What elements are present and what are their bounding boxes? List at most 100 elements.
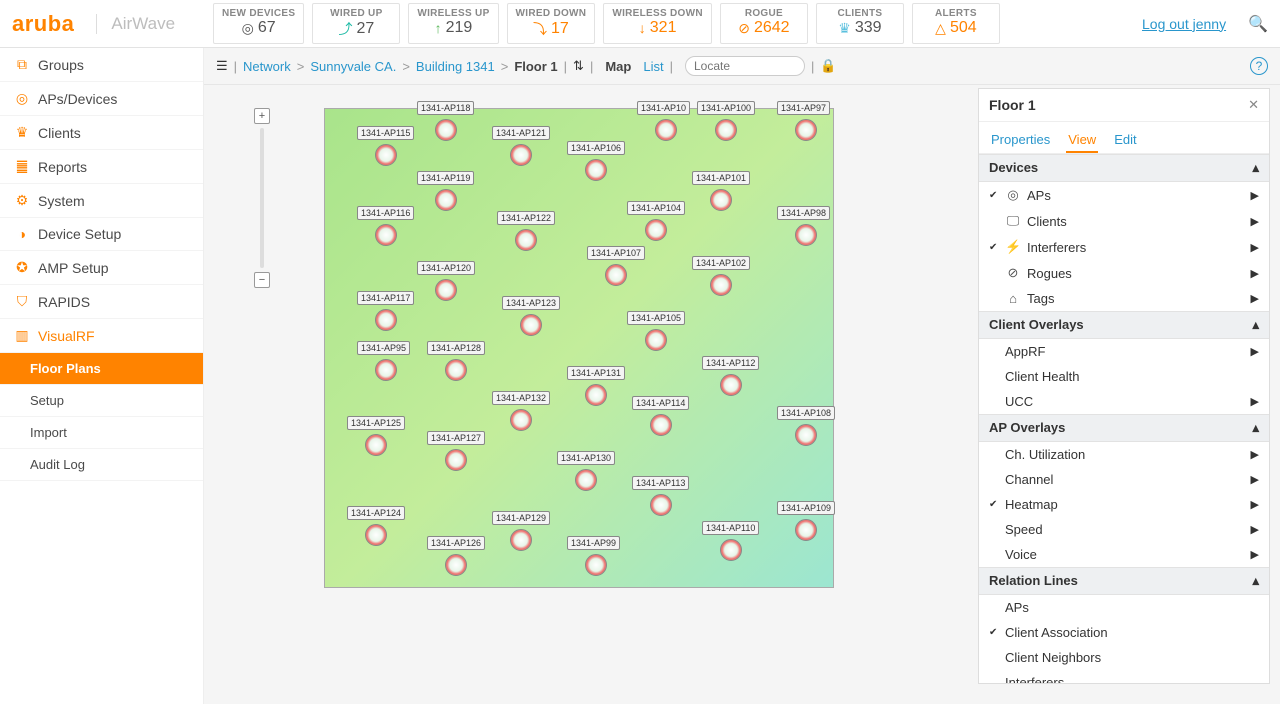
section-header[interactable]: Relation Lines▴ — [979, 567, 1269, 595]
ap-marker[interactable]: 1341-AP123 — [520, 314, 542, 336]
nav-visualrf[interactable]: ▥VisualRF — [0, 319, 203, 353]
zoom-in-button[interactable]: + — [254, 108, 270, 124]
search-icon[interactable]: 🔍 — [1248, 14, 1268, 34]
view-list[interactable]: List — [643, 59, 663, 74]
ap-marker[interactable]: 1341-AP108 — [795, 424, 817, 446]
ap-marker[interactable]: 1341-AP126 — [445, 554, 467, 576]
ap-marker[interactable]: 1341-AP119 — [435, 189, 457, 211]
nav-amp-setup[interactable]: ✪AMP Setup — [0, 251, 203, 285]
ap-marker[interactable]: 1341-AP100 — [715, 119, 737, 141]
stat-card[interactable]: WIRELESS DOWN↓ 321 — [603, 3, 712, 44]
ap-marker[interactable]: 1341-AP129 — [510, 529, 532, 551]
lock-icon[interactable]: 🔒 — [820, 58, 836, 74]
ap-marker[interactable]: 1341-AP131 — [585, 384, 607, 406]
map-canvas[interactable]: + − 1341-AP1181341-AP101341-AP1001341-AP… — [204, 88, 978, 704]
crumb-campus[interactable]: Sunnyvale CA. — [310, 59, 396, 74]
ap-marker[interactable]: 1341-AP97 — [795, 119, 817, 141]
ap-marker[interactable]: 1341-AP132 — [510, 409, 532, 431]
panel-row[interactable]: Speed▶ — [979, 517, 1269, 542]
ap-marker[interactable]: 1341-AP98 — [795, 224, 817, 246]
ap-marker[interactable]: 1341-AP10 — [655, 119, 677, 141]
subnav-audit-log[interactable]: Audit Log — [0, 449, 203, 481]
locate-input[interactable] — [685, 56, 805, 76]
ap-marker[interactable]: 1341-AP116 — [375, 224, 397, 246]
ap-marker[interactable]: 1341-AP104 — [645, 219, 667, 241]
panel-row[interactable]: Interferers — [979, 670, 1269, 684]
panel-row[interactable]: Channel▶ — [979, 467, 1269, 492]
zoom-out-button[interactable]: − — [254, 272, 270, 288]
chevron-right-icon: ▶ — [1251, 523, 1259, 536]
ap-marker[interactable]: 1341-AP118 — [435, 119, 457, 141]
view-map[interactable]: Map — [605, 59, 631, 74]
nav-aps-devices[interactable]: ◎APs/Devices — [0, 82, 203, 116]
section-header[interactable]: Devices▴ — [979, 154, 1269, 182]
logout-link[interactable]: Log out jenny — [1142, 16, 1226, 32]
ap-marker[interactable]: 1341-AP121 — [510, 144, 532, 166]
stat-card[interactable]: WIRELESS UP↑ 219 — [408, 3, 498, 44]
section-header[interactable]: AP Overlays▴ — [979, 414, 1269, 442]
panel-row[interactable]: 🖵Clients▶ — [979, 208, 1269, 234]
crumb-network[interactable]: Network — [243, 59, 291, 74]
stat-card[interactable]: WIRED UP⤴ 27 — [312, 3, 400, 44]
panel-row[interactable]: Client Neighbors — [979, 645, 1269, 670]
stat-card[interactable]: NEW DEVICES◎ 67 — [213, 3, 304, 44]
panel-row[interactable]: UCC▶ — [979, 389, 1269, 414]
nav-system[interactable]: ⚙System — [0, 184, 203, 218]
panel-row[interactable]: Client Health — [979, 364, 1269, 389]
ap-marker[interactable]: 1341-AP114 — [650, 414, 672, 436]
panel-row[interactable]: ✔Client Association — [979, 620, 1269, 645]
close-icon[interactable]: ✕ — [1248, 97, 1259, 113]
stat-card[interactable]: CLIENTS♛ 339 — [816, 3, 904, 44]
help-icon[interactable]: ? — [1250, 57, 1268, 75]
ap-marker[interactable]: 1341-AP130 — [575, 469, 597, 491]
ap-marker[interactable]: 1341-AP113 — [650, 494, 672, 516]
ap-marker[interactable]: 1341-AP112 — [720, 374, 742, 396]
panel-row[interactable]: Ch. Utilization▶ — [979, 442, 1269, 467]
subnav-import[interactable]: Import — [0, 417, 203, 449]
nav-groups[interactable]: ⧉Groups — [0, 48, 203, 82]
panel-row[interactable]: ⊘Rogues▶ — [979, 260, 1269, 286]
ap-marker[interactable]: 1341-AP128 — [445, 359, 467, 381]
zoom-slider[interactable] — [260, 128, 264, 268]
nav-device-setup[interactable]: ◑Device Setup — [0, 218, 203, 251]
panel-row[interactable]: ⌂Tags▶ — [979, 286, 1269, 311]
nav-clients[interactable]: ♛Clients — [0, 116, 203, 150]
ap-marker[interactable]: 1341-AP106 — [585, 159, 607, 181]
ap-marker[interactable]: 1341-AP99 — [585, 554, 607, 576]
ap-marker[interactable]: 1341-AP109 — [795, 519, 817, 541]
ap-marker[interactable]: 1341-AP110 — [720, 539, 742, 561]
crumb-building[interactable]: Building 1341 — [416, 59, 495, 74]
panel-row[interactable]: APs — [979, 595, 1269, 620]
layers-icon[interactable]: ☰ — [216, 58, 228, 74]
ap-marker[interactable]: 1341-AP117 — [375, 309, 397, 331]
subnav-floor-plans[interactable]: Floor Plans — [0, 353, 203, 385]
stat-card[interactable]: ROGUE⊘ 2642 — [720, 3, 808, 44]
ap-marker[interactable]: 1341-AP102 — [710, 274, 732, 296]
ap-marker[interactable]: 1341-AP115 — [375, 144, 397, 166]
stat-card[interactable]: WIRED DOWN⤵ 17 — [507, 3, 596, 44]
ap-marker[interactable]: 1341-AP101 — [710, 189, 732, 211]
nav-rapids[interactable]: ⛉RAPIDS — [0, 285, 203, 319]
panel-row[interactable]: ✔Heatmap▶ — [979, 492, 1269, 517]
ap-marker[interactable]: 1341-AP125 — [365, 434, 387, 456]
ap-marker[interactable]: 1341-AP107 — [605, 264, 627, 286]
tab-edit[interactable]: Edit — [1112, 128, 1138, 153]
floor-plan[interactable]: 1341-AP118 1341-AP10 1341-AP100 1341-AP97 13… — [324, 108, 834, 588]
ap-marker[interactable]: 1341-AP127 — [445, 449, 467, 471]
panel-row[interactable]: ✔⚡Interferers▶ — [979, 234, 1269, 260]
ap-marker[interactable]: 1341-AP124 — [365, 524, 387, 546]
ap-marker[interactable]: 1341-AP120 — [435, 279, 457, 301]
panel-row[interactable]: AppRF▶ — [979, 339, 1269, 364]
subnav-setup[interactable]: Setup — [0, 385, 203, 417]
ap-marker[interactable]: 1341-AP122 — [515, 229, 537, 251]
panel-row[interactable]: Voice▶ — [979, 542, 1269, 567]
ap-marker[interactable]: 1341-AP105 — [645, 329, 667, 351]
ap-marker[interactable]: 1341-AP95 — [375, 359, 397, 381]
tab-view[interactable]: View — [1066, 128, 1098, 153]
stat-card[interactable]: ALERTS△ 504 — [912, 3, 1000, 44]
nav-reports[interactable]: ䷀Reports — [0, 150, 203, 184]
section-header[interactable]: Client Overlays▴ — [979, 311, 1269, 339]
tab-properties[interactable]: Properties — [989, 128, 1052, 153]
panel-row[interactable]: ✔◎APs▶ — [979, 182, 1269, 208]
expand-icon[interactable]: ⇅ — [573, 58, 584, 74]
